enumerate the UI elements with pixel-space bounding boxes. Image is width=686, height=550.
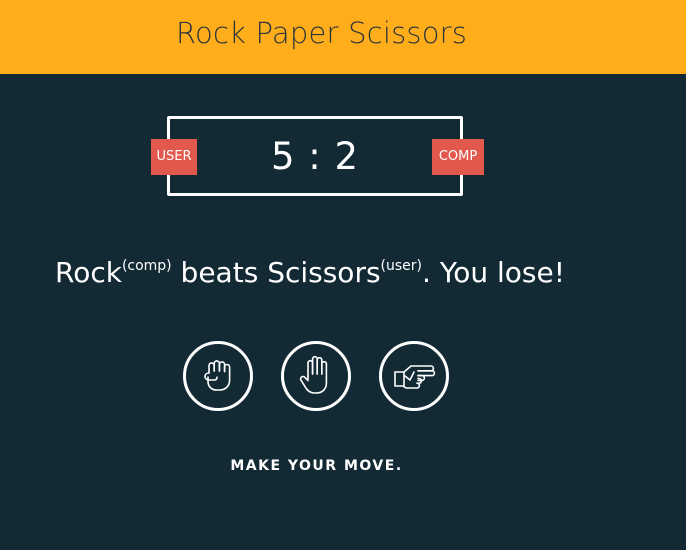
make-move-prompt: MAKE YOUR MOVE. [230, 458, 403, 474]
rock-button[interactable] [183, 341, 253, 411]
comp-choice-text: Rock [55, 256, 122, 289]
result-message: Rock(comp) beats Scissors(user). You los… [55, 256, 565, 289]
fist-icon [204, 360, 231, 391]
score-display: 5 : 2 [270, 135, 360, 178]
paper-button[interactable] [281, 341, 351, 411]
open-hand-icon [299, 355, 328, 394]
scoreboard: 5 : 2 [167, 116, 463, 196]
scissors-hand-icon [394, 365, 436, 389]
user-badge: USER [151, 139, 197, 175]
header-bar: Rock Paper Scissors [0, 0, 686, 74]
comp-tag: (comp) [121, 258, 172, 274]
result-outcome: . You lose! [422, 256, 565, 289]
comp-badge: COMP [432, 139, 484, 175]
user-tag: (user) [380, 258, 423, 274]
app-title: Rock Paper Scissors [176, 16, 468, 50]
scissors-button[interactable] [379, 341, 449, 411]
result-verb: beats [171, 256, 268, 289]
user-choice-text: Scissors [267, 256, 381, 289]
